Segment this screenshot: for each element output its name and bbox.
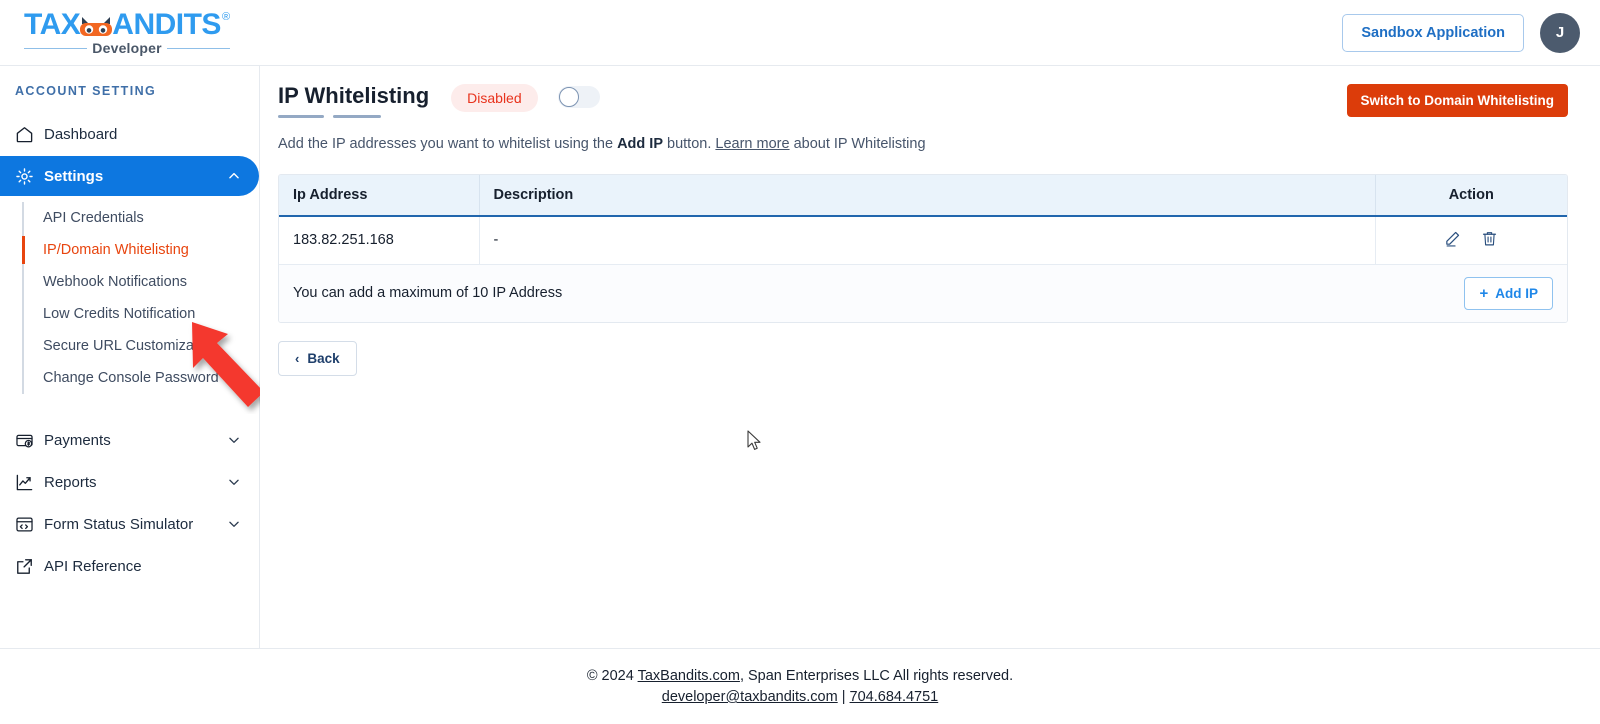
toggle-knob: [558, 87, 579, 107]
back-button[interactable]: ‹ Back: [278, 340, 357, 376]
title-rule-1: [278, 115, 324, 119]
sidebar-item-label: API Reference: [44, 557, 142, 575]
chevron-up-icon: [227, 169, 241, 183]
logo-text-tax: TAX: [24, 8, 81, 41]
switch-to-domain-whitelisting-button[interactable]: Switch to Domain Whitelisting: [1346, 84, 1568, 117]
desc-part-1: Add the IP addresses you want to whiteli…: [278, 136, 618, 153]
sidebar-subitem-webhook-notifications[interactable]: Webhook Notifications: [24, 266, 259, 298]
cell-ip-address: 183.82.251.168: [279, 215, 480, 265]
logo-subtitle-row: Developer: [24, 40, 231, 56]
sidebar-item-label: Dashboard: [44, 125, 118, 143]
desc-part-2: button.: [663, 136, 716, 153]
sidebar-item-payments[interactable]: Payments: [0, 420, 259, 460]
desc-part-3: about IP Whitelisting: [789, 136, 926, 153]
sidebar-item-reports[interactable]: Reports: [0, 462, 259, 502]
sidebar-item-dashboard[interactable]: Dashboard: [0, 114, 259, 154]
sidebar-item-settings[interactable]: Settings: [0, 156, 259, 196]
column-header-description: Description: [479, 174, 1376, 217]
column-header-action: Action: [1375, 174, 1567, 217]
contact-separator: |: [837, 689, 850, 705]
mouse-pointer: [747, 430, 763, 452]
bandit-mask-icon: [79, 15, 113, 39]
copyright-prefix: © 2024: [586, 668, 638, 684]
table-body: 183.82.251.168 -: [279, 215, 1567, 265]
title-underline-decoration: [278, 115, 429, 119]
taxbandits-link[interactable]: TaxBandits.com: [638, 668, 740, 684]
ip-whitelist-table: Ip Address Description Action 183.82.251…: [279, 174, 1567, 265]
support-phone-link[interactable]: 704.684.4751: [850, 689, 939, 705]
page-header: IP Whitelisting Disabled Switch to Domai…: [278, 83, 1568, 119]
main-content: IP Whitelisting Disabled Switch to Domai…: [260, 66, 1600, 648]
sidebar-item-form-status-simulator[interactable]: Form Status Simulator: [0, 504, 259, 544]
sidebar-section-label: ACCOUNT SETTING: [15, 84, 157, 98]
header-actions: Sandbox Application J: [1342, 12, 1580, 53]
support-email-link[interactable]: developer@taxbandits.com: [662, 689, 838, 705]
browser-code-icon: [15, 515, 34, 534]
title-block: IP Whitelisting: [278, 83, 430, 119]
sidebar-item-label: Payments: [44, 431, 111, 449]
sidebar-subitem-ip-domain-whitelisting[interactable]: IP/Domain Whitelisting: [22, 234, 259, 266]
app-root: TAX ANDITS ® Developer Sandbox Applicati…: [0, 0, 1600, 724]
column-header-ip-address: Ip Address: [279, 174, 480, 217]
copyright-suffix: , Span Enterprises LLC All rights reserv…: [739, 668, 1014, 684]
cell-actions: [1375, 215, 1567, 265]
table-footer: You can add a maximum of 10 IP Address +…: [279, 264, 1567, 322]
row-action-icons: [1444, 230, 1498, 247]
back-label: Back: [307, 350, 340, 366]
add-ip-button[interactable]: + Add IP: [1464, 276, 1553, 310]
app-header: TAX ANDITS ® Developer Sandbox Applicati…: [0, 0, 1600, 66]
sidebar-item-label: Settings: [44, 167, 104, 185]
chart-trend-icon: [15, 473, 34, 492]
sidebar: ACCOUNT SETTING Dashboard Settings API C…: [0, 66, 264, 648]
gear-icon: [15, 167, 34, 186]
sidebar-item-label: Form Status Simulator: [44, 515, 194, 533]
table-row: 183.82.251.168 -: [279, 215, 1567, 265]
contact-line: developer@taxbandits.com | 704.684.4751: [662, 689, 938, 705]
sidebar-subitem-secure-url-customization[interactable]: Secure URL Customization: [24, 330, 259, 362]
delete-icon[interactable]: [1481, 230, 1498, 247]
table-header-row: Ip Address Description Action: [279, 174, 1567, 217]
logo-text-andits: ANDITS: [112, 8, 221, 41]
desc-bold-add-ip: Add IP: [617, 136, 663, 153]
max-ip-note: You can add a maximum of 10 IP Address: [293, 285, 563, 302]
page-title: IP Whitelisting: [278, 83, 430, 108]
ip-table-container: Ip Address Description Action 183.82.251…: [278, 173, 1568, 323]
sidebar-subitem-api-credentials[interactable]: API Credentials: [24, 202, 259, 234]
logo-wordmark: TAX ANDITS ®: [24, 10, 230, 40]
logo-rule-left: [24, 47, 88, 49]
page-description: Add the IP addresses you want to whiteli…: [278, 134, 1568, 156]
avatar[interactable]: J: [1540, 12, 1580, 53]
status-badge: Disabled: [451, 84, 538, 112]
external-link-icon: [15, 557, 34, 576]
app-footer: © 2024 TaxBandits.com, Span Enterprises …: [0, 648, 1600, 724]
home-icon: [15, 125, 34, 144]
sidebar-item-label: Reports: [44, 473, 97, 491]
registered-trademark-icon: ®: [221, 11, 231, 23]
sandbox-application-button[interactable]: Sandbox Application: [1342, 13, 1524, 52]
cell-description: -: [479, 215, 1376, 265]
chevron-down-icon: [227, 475, 241, 489]
sidebar-subitem-low-credits-notification[interactable]: Low Credits Notification: [24, 298, 259, 330]
edit-icon[interactable]: [1444, 230, 1461, 247]
chevron-left-icon: ‹: [295, 350, 300, 366]
title-rule-2: [333, 115, 381, 119]
app-body: ACCOUNT SETTING Dashboard Settings API C…: [0, 66, 1600, 648]
settings-submenu: API Credentials IP/Domain Whitelisting W…: [22, 202, 259, 394]
sidebar-subitem-change-console-password[interactable]: Change Console Password: [24, 362, 259, 394]
add-ip-label: Add IP: [1495, 285, 1538, 301]
chevron-down-icon: [227, 433, 241, 447]
sidebar-item-api-reference[interactable]: API Reference: [0, 546, 259, 586]
logo-subtitle: Developer: [92, 40, 162, 56]
table-header: Ip Address Description Action: [279, 174, 1567, 217]
chevron-down-icon: [227, 517, 241, 531]
logo-rule-right: [166, 47, 231, 49]
plus-icon: +: [1479, 284, 1489, 302]
whitelisting-toggle[interactable]: [557, 86, 600, 108]
copyright-line: © 2024 TaxBandits.com, Span Enterprises …: [587, 668, 1013, 684]
learn-more-link[interactable]: Learn more: [715, 136, 789, 152]
card-dollar-icon: [15, 431, 34, 450]
taxbandits-developer-logo[interactable]: TAX ANDITS ® Developer: [24, 10, 231, 56]
